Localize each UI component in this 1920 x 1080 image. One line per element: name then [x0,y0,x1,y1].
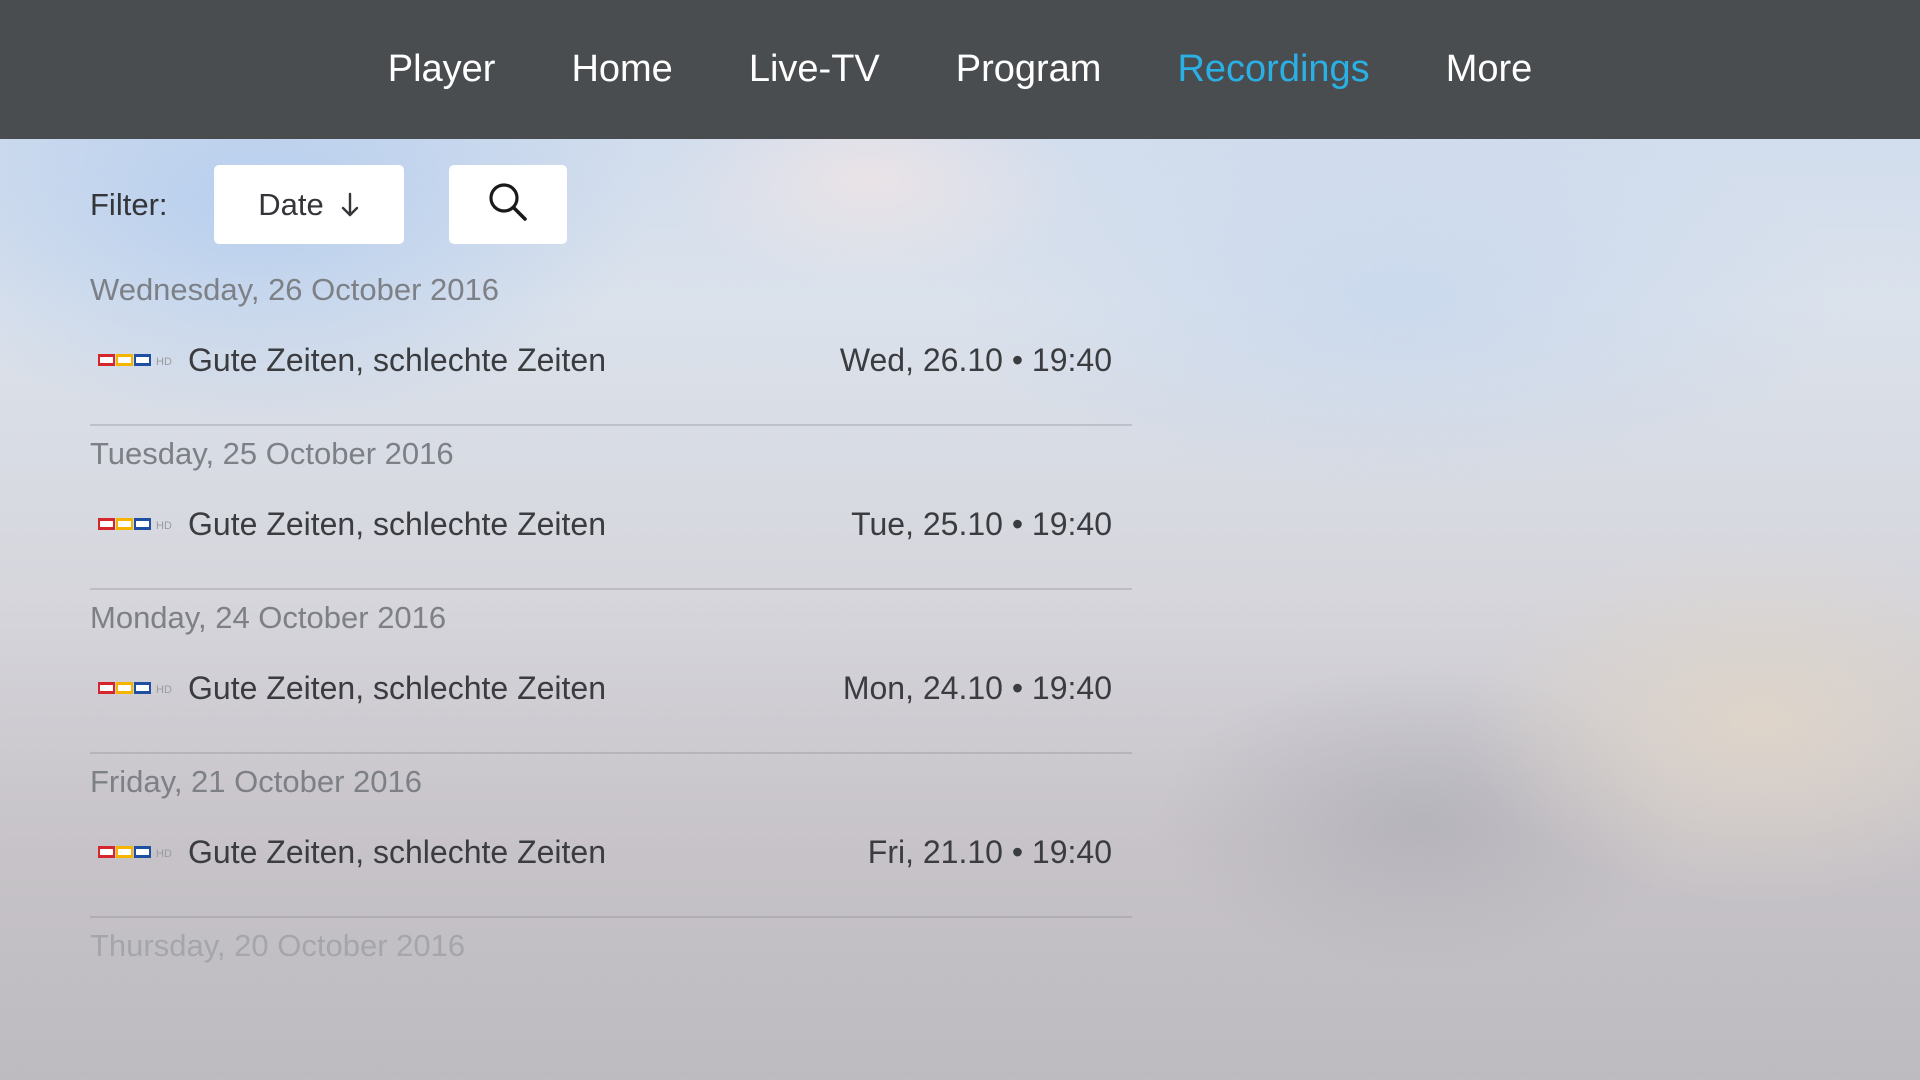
recording-title: Gute Zeiten, schlechte Zeiten [188,505,606,542]
recording-row[interactable]: HD Gute Zeiten, schlechte Zeiten Mon, 24… [90,656,1132,720]
nav-item-recordings[interactable]: Recordings [1139,0,1407,139]
nav-item-more[interactable]: More [1408,0,1571,139]
group-date-header: Thursday, 20 October 2016 [90,928,466,963]
group-date-header: Monday, 24 October 2016 [90,600,447,635]
nav-item-live-tv[interactable]: Live-TV [711,0,918,139]
arrow-down-icon [340,192,360,218]
recording-time: Mon, 24.10 • 19:40 [842,669,1112,706]
recording-title: Gute Zeiten, schlechte Zeiten [188,341,606,378]
group-date-header: Tuesday, 25 October 2016 [90,436,454,471]
recording-group-partial: Thursday, 20 October 2016 [90,918,1132,1080]
nav-item-player[interactable]: Player [350,0,534,139]
recordings-list: Wednesday, 26 October 2016 HD Gute Zeite… [90,262,1132,1080]
top-navigation-bar: Player Home Live-TV Program Recordings M… [0,0,1920,139]
recording-row[interactable]: HD Gute Zeiten, schlechte Zeiten Tue, 25… [90,492,1132,556]
filter-label: Filter: [90,186,168,222]
search-button[interactable] [449,165,567,244]
recording-row[interactable]: HD Gute Zeiten, schlechte Zeiten Wed, 26… [90,328,1132,392]
recording-time: Wed, 26.10 • 19:40 [839,341,1112,378]
nav-item-home[interactable]: Home [533,0,710,139]
rtl-hd-logo: HD [98,843,180,861]
recording-group: Tuesday, 25 October 2016 HD Gute Zeiten,… [90,426,1132,590]
group-date-header: Friday, 21 October 2016 [90,764,422,799]
recording-time: Tue, 25.10 • 19:40 [851,505,1112,542]
rtl-hd-logo: HD [98,515,180,533]
group-date-header: Wednesday, 26 October 2016 [90,272,500,307]
recording-group: Monday, 24 October 2016 HD Gute Zeiten, … [90,590,1132,754]
sort-by-date-button[interactable]: Date [214,165,404,244]
search-icon [487,181,529,228]
recording-row[interactable]: HD Gute Zeiten, schlechte Zeiten Fri, 21… [90,820,1132,884]
recording-group: Wednesday, 26 October 2016 HD Gute Zeite… [90,262,1132,426]
rtl-hd-logo: HD [98,679,180,697]
svg-text:HD: HD [156,848,172,860]
nav-item-program[interactable]: Program [918,0,1140,139]
recording-time: Fri, 21.10 • 19:40 [867,833,1112,870]
filter-bar: Filter: Date [90,165,567,244]
sort-button-label: Date [258,186,324,222]
recording-group: Friday, 21 October 2016 HD Gute Zeiten, … [90,754,1132,918]
rtl-hd-logo: HD [98,351,180,369]
main-nav: Player Home Live-TV Program Recordings M… [0,0,1920,139]
svg-text:HD: HD [156,520,172,532]
recording-title: Gute Zeiten, schlechte Zeiten [188,669,606,706]
svg-text:HD: HD [156,356,172,368]
recording-title: Gute Zeiten, schlechte Zeiten [188,833,606,870]
svg-text:HD: HD [156,684,172,696]
